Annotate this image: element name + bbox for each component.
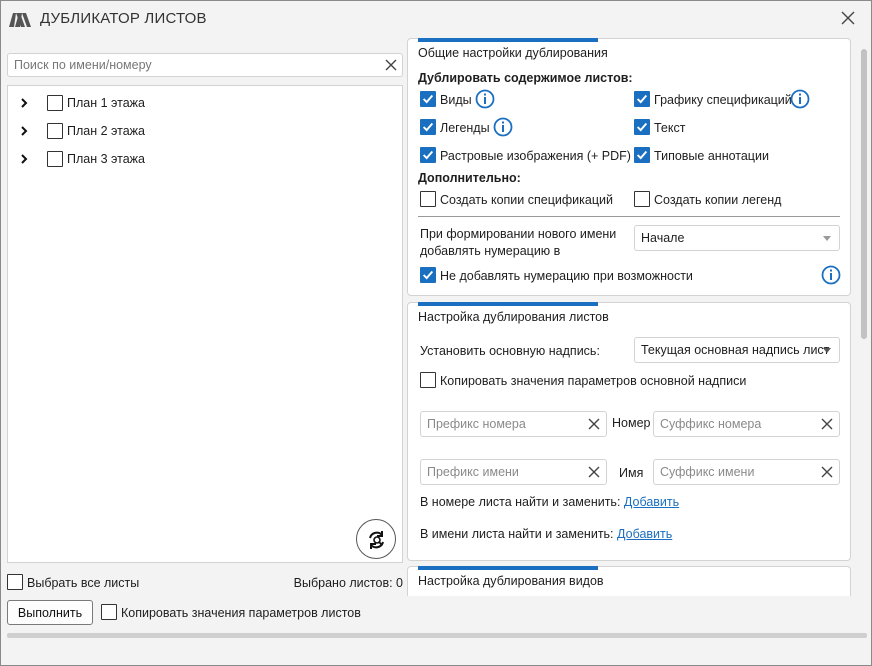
find-replace-number-label: В номере листа найти и заменить: xyxy=(420,495,621,509)
panel-title: Общие настройки дублирования xyxy=(418,46,608,60)
views-checkbox[interactable] xyxy=(420,91,436,107)
no-numbering-label: Не добавлять нумерацию при возможности xyxy=(440,269,693,283)
search-input[interactable] xyxy=(8,54,368,76)
find-replace-name-label: В имени листа найти и заменить: xyxy=(420,527,614,541)
number-label: Номер xyxy=(612,416,651,430)
number-suffix-input[interactable] xyxy=(654,412,804,436)
run-button[interactable]: Выполнить xyxy=(7,600,93,625)
raster-checkbox[interactable] xyxy=(420,147,436,163)
app-logo-icon xyxy=(9,13,31,27)
clear-icon[interactable] xyxy=(821,466,833,478)
scrollbar-thumb[interactable] xyxy=(861,49,867,339)
number-suffix-field xyxy=(653,411,840,437)
vertical-scrollbar[interactable] xyxy=(860,39,868,595)
text-checkbox[interactable] xyxy=(634,119,650,135)
tree-item-label: План 2 этажа xyxy=(67,124,145,138)
tree-item[interactable]: План 2 этажа xyxy=(8,121,388,141)
number-prefix-input[interactable] xyxy=(421,412,571,436)
name-suffix-input[interactable] xyxy=(654,460,804,484)
chevron-down-icon xyxy=(823,236,831,241)
numbering-position-value: Начале xyxy=(641,231,685,245)
name-suffix-field xyxy=(653,459,840,485)
duplicator-window: ДУБЛИКАТОР ЛИСТОВ План 1 этажа План 2 эт… xyxy=(0,0,872,666)
copy-legends-label: Создать копии легенд xyxy=(654,193,782,207)
titleblock-label: Установить основную надпись: xyxy=(420,344,600,358)
legends-checkbox[interactable] xyxy=(420,119,436,135)
clear-icon[interactable] xyxy=(588,418,600,430)
name-prefix-input[interactable] xyxy=(421,460,571,484)
divider xyxy=(418,216,840,217)
typical-annotations-label: Типовые аннотации xyxy=(654,149,769,163)
legends-label: Легенды xyxy=(440,121,490,135)
title-bar: ДУБЛИКАТОР ЛИСТОВ xyxy=(1,1,871,37)
select-all-label: Выбрать все листы xyxy=(27,576,140,590)
sheets-tree: План 1 этажа План 2 этажа План 3 этажа xyxy=(7,85,403,563)
copy-specs-label: Создать копии спецификаций xyxy=(440,193,613,207)
copy-titleblock-params-label: Копировать значения параметров основной … xyxy=(440,374,747,388)
horizontal-scrollbar[interactable] xyxy=(7,633,867,638)
tree-item-checkbox[interactable] xyxy=(47,123,63,139)
refresh-button[interactable] xyxy=(356,519,396,559)
tree-item[interactable]: План 1 этажа xyxy=(8,93,388,113)
content-heading: Дублировать содержимое листов: xyxy=(418,71,633,85)
spec-graphics-label: Графику спецификаций xyxy=(654,93,792,107)
general-settings-panel: Общие настройки дублирования Дублировать… xyxy=(407,38,851,296)
copy-sheet-params-checkbox[interactable] xyxy=(101,604,117,620)
tree-item[interactable]: План 3 этажа xyxy=(8,149,388,169)
panel-title: Настройка дублирования листов xyxy=(418,310,609,324)
tree-item-checkbox[interactable] xyxy=(47,151,63,167)
titleblock-value: Текущая основная надпись лист xyxy=(641,343,830,357)
chevron-down-icon xyxy=(823,348,831,353)
sheet-settings-panel: Настройка дублирования листов Установить… xyxy=(407,302,851,561)
select-all-checkbox[interactable] xyxy=(7,574,23,590)
copy-sheet-params-label: Копировать значения параметров листов xyxy=(121,606,361,620)
selected-count: Выбрано листов: 0 xyxy=(293,576,403,590)
no-numbering-checkbox[interactable] xyxy=(420,267,436,283)
numbering-position-select[interactable]: Начале xyxy=(634,225,840,251)
close-icon[interactable] xyxy=(837,7,859,29)
text-label: Текст xyxy=(654,121,686,135)
views-label: Виды xyxy=(440,93,472,107)
copy-specs-checkbox[interactable] xyxy=(420,191,436,207)
refresh-search-icon xyxy=(369,531,384,549)
info-icon[interactable] xyxy=(475,89,495,109)
search-box xyxy=(7,53,403,77)
clear-icon[interactable] xyxy=(588,466,600,478)
expand-chevron-icon[interactable] xyxy=(20,126,28,136)
raster-label: Растровые изображения (+ PDF) xyxy=(440,149,631,163)
info-icon[interactable] xyxy=(821,265,841,285)
name-prefix-field xyxy=(420,459,607,485)
typical-annotations-checkbox[interactable] xyxy=(634,147,650,163)
copy-legends-checkbox[interactable] xyxy=(634,191,650,207)
numbering-label-line2: добавлять нумерацию в xyxy=(420,244,561,258)
panel-title: Настройка дублирования видов xyxy=(418,574,604,588)
info-icon[interactable] xyxy=(790,89,810,109)
tree-item-label: План 3 этажа xyxy=(67,152,145,166)
find-replace-name-row: В имени листа найти и заменить: Добавить xyxy=(420,527,672,541)
copy-titleblock-params-checkbox[interactable] xyxy=(420,372,436,388)
spec-graphics-checkbox[interactable] xyxy=(634,91,650,107)
window-title: ДУБЛИКАТОР ЛИСТОВ xyxy=(40,10,207,27)
expand-chevron-icon[interactable] xyxy=(20,98,28,108)
add-name-replace-link[interactable]: Добавить xyxy=(617,527,672,541)
extra-heading: Дополнительно: xyxy=(418,171,521,185)
name-label: Имя xyxy=(619,466,644,480)
titleblock-select[interactable]: Текущая основная надпись лист xyxy=(634,337,840,363)
find-replace-number-row: В номере листа найти и заменить: Добавит… xyxy=(420,495,679,509)
info-icon[interactable] xyxy=(493,117,513,137)
view-settings-panel: Настройка дублирования видов xyxy=(407,566,851,596)
panel-accent xyxy=(418,38,598,42)
number-prefix-field xyxy=(420,411,607,437)
tree-item-checkbox[interactable] xyxy=(47,95,63,111)
panel-accent xyxy=(418,302,598,306)
panel-accent xyxy=(418,566,598,570)
clear-search-icon[interactable] xyxy=(385,59,397,71)
add-number-replace-link[interactable]: Добавить xyxy=(624,495,679,509)
tree-item-label: План 1 этажа xyxy=(67,96,145,110)
clear-icon[interactable] xyxy=(821,418,833,430)
expand-chevron-icon[interactable] xyxy=(20,154,28,164)
numbering-label-line1: При формировании нового имени xyxy=(420,227,617,241)
